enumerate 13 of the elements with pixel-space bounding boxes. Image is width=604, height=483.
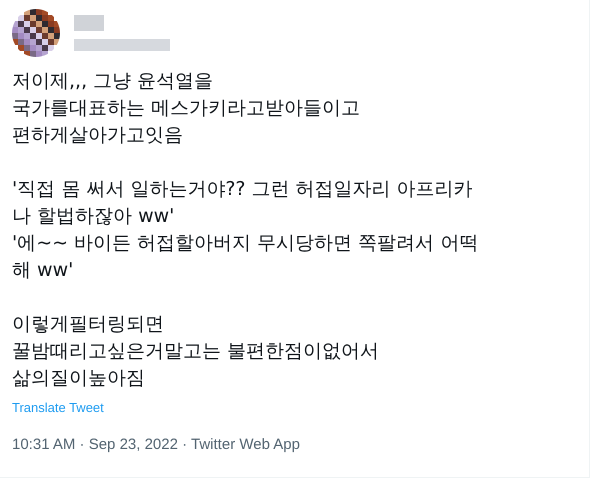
tweet-text-line: '에~~ 바이든 허접할아버지 무시당하면 쪽팔려서 어떡 bbox=[12, 231, 480, 256]
tweet-text-line: '직접 몸 써서 일하는거야?? 그런 허접일자리 아프리카 bbox=[12, 177, 474, 202]
translate-link[interactable]: Translate Tweet bbox=[12, 400, 104, 415]
tweet-text-line: 해 ww' bbox=[12, 258, 74, 283]
tweet-text-line: 저이제,,, 그냥 윤석열을 bbox=[12, 69, 214, 94]
tweet-text-line: 삶의질이높아짐 bbox=[12, 366, 146, 391]
tweet-text-line: 편하게살아가고잇음 bbox=[12, 123, 184, 148]
timestamp: 10:31 AM · Sep 23, 2022 · Twitter Web App bbox=[12, 436, 301, 453]
tweet-text-line: 꿀밤때리고싶은거말고는 불편한점이없어서 bbox=[12, 339, 380, 364]
tweet-text-line: 나 할법하잖아 ww' bbox=[12, 204, 176, 229]
avatar[interactable] bbox=[12, 9, 60, 57]
tweet-text-line: 국가를대표하는 메스가키라고받아들이고 bbox=[12, 96, 362, 121]
tweet-text-line: 이렇게필터링되면 bbox=[12, 312, 165, 337]
